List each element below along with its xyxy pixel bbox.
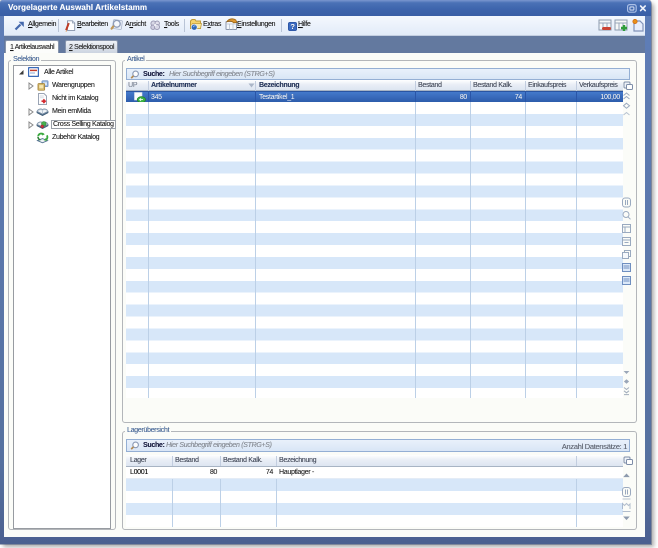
svg-text:?: ? — [290, 22, 295, 31]
